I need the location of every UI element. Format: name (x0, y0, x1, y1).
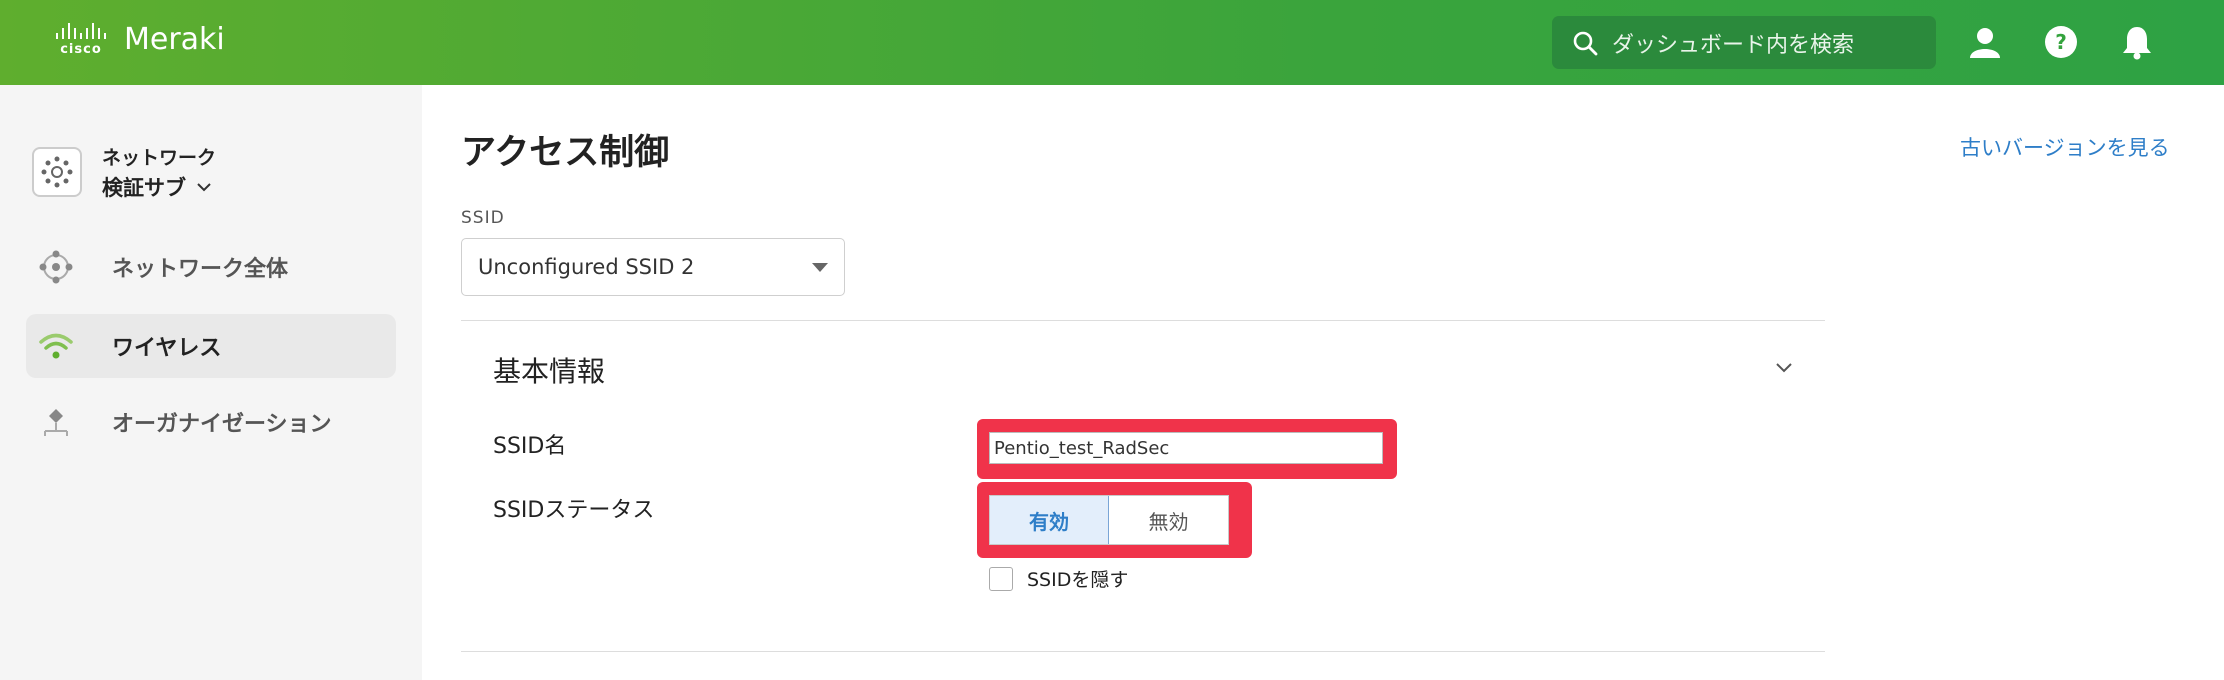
chevron-down-icon (197, 183, 211, 192)
sidebar-item-wireless[interactable]: ワイヤレス (26, 314, 396, 378)
status-enabled-button[interactable]: 有効 (990, 496, 1109, 544)
bell-icon[interactable] (2119, 24, 2155, 60)
sidebar-item-label: ネットワーク全体 (112, 257, 289, 282)
hide-ssid-label: SSIDを隠す (1027, 569, 1129, 591)
status-disabled-button[interactable]: 無効 (1109, 496, 1228, 544)
caret-down-icon (812, 263, 828, 272)
network-icon[interactable] (32, 147, 82, 197)
sidebar: ネットワーク 検証サブ ネットワーク全体 ワイヤレス オーガナイゼーション (0, 85, 422, 680)
sidebar-item-label: ワイヤレス (112, 336, 222, 361)
top-header: cisco Meraki ダッシュボード内を検索 ? (0, 0, 2224, 85)
old-version-link[interactable]: 古いバージョンを見る (1960, 132, 2170, 162)
hide-ssid-checkbox[interactable] (989, 566, 1013, 591)
sidebar-item-organization[interactable]: オーガナイゼーション (26, 390, 396, 454)
ssid-name-label: SSID名 (493, 434, 567, 459)
ssid-select-value: Unconfigured SSID 2 (478, 255, 695, 279)
divider (461, 651, 1825, 652)
user-icon[interactable] (1967, 24, 2003, 60)
network-wide-icon (26, 249, 86, 285)
brand-name: Meraki (124, 22, 225, 57)
search-placeholder: ダッシュボード内を検索 (1612, 32, 1855, 58)
sidebar-item-label: オーガナイゼーション (112, 412, 332, 437)
ssid-status-label: SSIDステータス (493, 498, 655, 523)
ssid-status-toggle: 有効 無効 (989, 495, 1229, 545)
network-name: 検証サブ (102, 176, 186, 200)
meraki-logo[interactable]: cisco Meraki (56, 22, 225, 57)
dashboard-search[interactable]: ダッシュボード内を検索 (1552, 16, 1936, 69)
wifi-icon (26, 331, 86, 361)
ssid-select[interactable]: Unconfigured SSID 2 (461, 238, 845, 296)
ssid-label: SSID (461, 208, 505, 228)
svg-text:?: ? (2055, 30, 2067, 54)
network-selector[interactable]: 検証サブ (102, 172, 212, 202)
divider (461, 320, 1825, 321)
section-title: 基本情報 (493, 355, 606, 388)
search-icon (1573, 31, 1598, 55)
ssid-name-input[interactable]: Pentio_test_RadSec (989, 432, 1383, 464)
cisco-text: cisco (60, 41, 102, 57)
help-icon[interactable]: ? (2043, 24, 2079, 60)
hide-ssid-row: SSIDを隠す (989, 565, 1128, 592)
organization-icon (26, 405, 86, 439)
sidebar-item-network-wide[interactable]: ネットワーク全体 (26, 235, 396, 299)
cisco-logo-icon: cisco (56, 22, 106, 57)
page-title: アクセス制御 (461, 133, 670, 173)
chevron-down-icon[interactable] (1774, 360, 1794, 374)
network-heading: ネットワーク (102, 147, 217, 169)
